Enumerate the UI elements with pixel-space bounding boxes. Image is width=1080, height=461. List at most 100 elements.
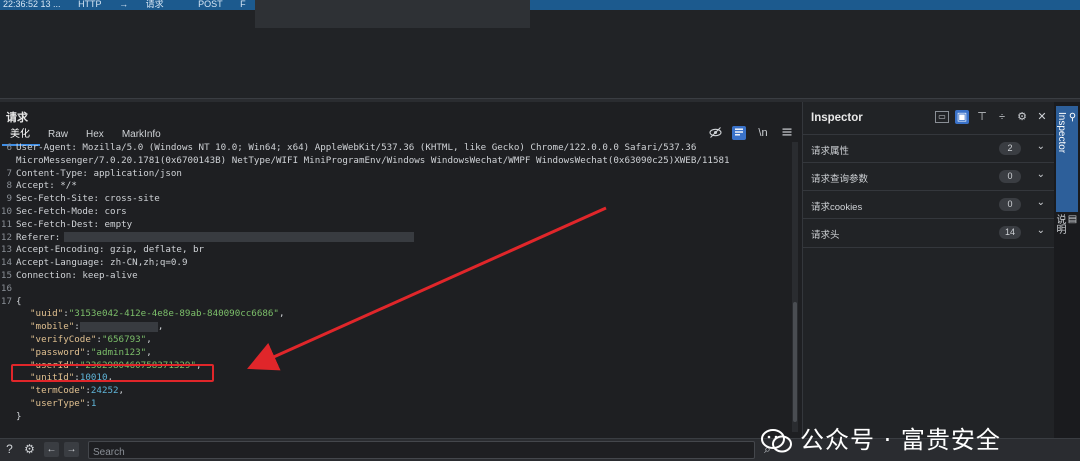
side-tab-label: Inspector <box>1056 112 1067 154</box>
code-line: 9 Sec-Fetch-Site: cross-site <box>0 193 790 206</box>
split-icon[interactable]: ÷ <box>995 110 1009 124</box>
line-number <box>0 321 16 334</box>
inspector-row-attributes[interactable]: 请求属性 2 ⌄ <box>803 134 1055 163</box>
json-pair: "uuid":"3153e042-412e-4e8e-89ab-840090cc… <box>16 308 285 321</box>
code-line: 8 Accept: */* <box>0 180 790 193</box>
json-line: "mobile":, <box>0 321 790 334</box>
menu-icon[interactable] <box>780 126 794 140</box>
json-key: "userType" <box>30 397 86 409</box>
chevron-down-icon[interactable]: ⌄ <box>1037 141 1045 152</box>
json-key: "termCode" <box>30 385 86 397</box>
inspector-title: Inspector <box>811 112 863 124</box>
gear-icon[interactable]: ⚙ <box>22 442 37 457</box>
side-tab-strip: ⚲ Inspector ▤ 说明 <box>1054 102 1080 438</box>
inspector-row-label: 请求cookies <box>811 202 863 213</box>
json-pair: "termCode":24252, <box>16 385 124 398</box>
json-key: "mobile" <box>30 321 75 333</box>
json-line: "userType":1 <box>0 398 790 411</box>
document-icon: ▤ <box>1067 214 1078 225</box>
code-text: Referer: <box>16 231 61 243</box>
json-line: "verifyCode":"656793", <box>0 334 790 347</box>
code-line: 11 Sec-Fetch-Dest: empty <box>0 219 790 232</box>
inspector-row-headers[interactable]: 请求头 14 ⌄ <box>803 218 1055 248</box>
history-row-selected-right[interactable] <box>530 0 1080 10</box>
code-text: Sec-Fetch-Dest: empty <box>16 218 133 230</box>
code-line: 16 <box>0 283 790 296</box>
code-text: Connection: keep-alive <box>16 269 138 281</box>
chevron-down-icon[interactable]: ⌄ <box>1037 225 1045 236</box>
json-key: "uuid" <box>30 308 64 320</box>
request-code-view[interactable]: 6 User-Agent: Mozilla/5.0 (Windows NT 10.… <box>0 142 790 434</box>
search-input[interactable] <box>89 444 747 461</box>
inspector-row-query-params[interactable]: 请求查询参数 0 ⌄ <box>803 162 1055 191</box>
side-tab-notes[interactable]: ▤ 说明 <box>1054 214 1078 234</box>
forward-arrow-icon[interactable]: → <box>64 442 79 457</box>
line-number <box>0 334 16 347</box>
code-line: 13 Accept-Encoding: gzip, deflate, br <box>0 244 790 257</box>
inspector-panel: Inspector ▭ ▣ ⊤ ÷ ⚙ ✕ 请求属性 2 ⌄ 请求查询参数 0 … <box>802 102 1055 438</box>
line-number: 13 <box>0 244 12 256</box>
json-pair: "userType":1 <box>16 398 96 411</box>
vertical-scrollbar[interactable] <box>792 142 798 432</box>
json-key: "verifyCode" <box>30 333 97 345</box>
code-text: Sec-Fetch-Mode: cors <box>16 205 127 217</box>
list-icon[interactable] <box>732 126 746 140</box>
scrollbar-thumb[interactable] <box>793 302 797 422</box>
history-row-selected[interactable]: 22:36:52 13 ... HTTP → 请求 POST F <box>0 0 255 10</box>
line-number: 11 <box>0 218 12 230</box>
line-number: 16 <box>0 282 12 294</box>
json-comma: , <box>146 346 152 358</box>
align-top-icon[interactable]: ⊤ <box>975 110 989 124</box>
gear-icon[interactable]: ⚙ <box>1015 110 1029 124</box>
inspector-header: Inspector ▭ ▣ ⊤ ÷ ⚙ ✕ <box>803 102 1055 134</box>
inspector-icon: ⚲ <box>1067 112 1078 123</box>
chevron-down-icon[interactable]: ⌄ <box>1037 197 1045 208</box>
eye-off-icon[interactable] <box>708 126 722 140</box>
code-line: 14 Accept-Language: zh-CN,zh;q=0.9 <box>0 257 790 270</box>
code-text: Accept-Language: zh-CN,zh;q=0.9 <box>16 257 188 269</box>
chevron-down-icon[interactable]: ⌄ <box>1037 169 1045 180</box>
count-badge: 14 <box>999 226 1021 239</box>
json-value: "3153e042-412e-4e8e-89ab-840090cc6686" <box>68 308 279 320</box>
line-number <box>0 411 16 424</box>
line-number: 17 <box>0 295 12 307</box>
line-number: 14 <box>0 257 12 269</box>
code-line: 10 Sec-Fetch-Mode: cors <box>0 206 790 219</box>
line-number <box>0 347 16 360</box>
code-line: MicroMessenger/7.0.20.1781(0x6700143B) N… <box>0 155 790 168</box>
side-tab-label: 说明 <box>1054 214 1065 234</box>
highlight-box <box>11 364 214 382</box>
json-pair: "verifyCode":"656793", <box>16 334 152 347</box>
line-number: 8 <box>6 180 12 192</box>
code-text: Accept-Encoding: gzip, deflate, br <box>16 244 205 256</box>
help-icon[interactable]: ? <box>2 442 17 457</box>
history-time: 22:36:52 13 ... <box>3 0 61 9</box>
redacted-value <box>79 321 158 332</box>
code-text: MicroMessenger/7.0.20.1781(0x6700143B) N… <box>16 154 730 166</box>
json-line: "termCode":24252, <box>0 385 790 398</box>
request-toolbar: \n <box>708 126 794 140</box>
code-text: Accept: */* <box>16 180 77 192</box>
json-line: "uuid":"3153e042-412e-4e8e-89ab-840090cc… <box>0 308 790 321</box>
watermark: 公众号 · 富贵安全 <box>760 420 1001 455</box>
back-arrow-icon[interactable]: ← <box>44 442 59 457</box>
inspector-row-label: 请求头 <box>811 230 840 241</box>
code-line: 17 { <box>0 296 790 309</box>
code-text: Content-Type: application/json <box>16 167 182 179</box>
layout-vertical-icon[interactable]: ▣ <box>955 110 969 124</box>
close-icon[interactable]: ✕ <box>1035 110 1049 124</box>
newline-toggle[interactable]: \n <box>756 126 770 140</box>
code-line: 6 User-Agent: Mozilla/5.0 (Windows NT 10.… <box>0 142 790 155</box>
json-comma: , <box>118 385 125 397</box>
pane-title: 请求 <box>6 112 28 124</box>
wechat-logo-icon <box>761 429 792 453</box>
json-key: "password" <box>30 346 86 358</box>
json-value: 24252 <box>90 385 119 397</box>
inspector-row-cookies[interactable]: 请求cookies 0 ⌄ <box>803 190 1055 219</box>
side-tab-inspector[interactable]: ⚲ Inspector <box>1056 106 1078 212</box>
count-badge: 0 <box>999 198 1021 211</box>
layout-horizontal-icon[interactable]: ▭ <box>935 111 949 123</box>
json-pair: "mobile":, <box>16 321 163 334</box>
line-number: 6 <box>6 142 12 153</box>
line-number: 15 <box>0 269 12 281</box>
